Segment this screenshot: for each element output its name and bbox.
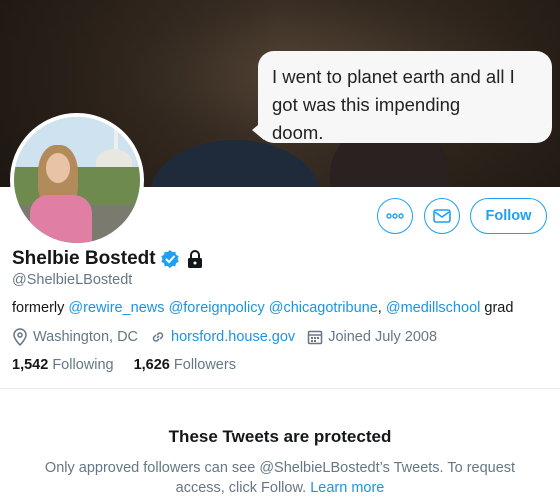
more-button[interactable] <box>377 198 413 234</box>
following-stat[interactable]: 1,542 Following <box>12 357 114 373</box>
website-link[interactable]: horsford.house.gov <box>171 329 295 345</box>
bubble-line: I went to planet earth and all I <box>272 66 515 87</box>
joined-text: Joined July 2008 <box>328 329 438 345</box>
following-count: 1,542 <box>12 357 49 373</box>
verified-badge-icon <box>160 250 179 268</box>
website-item: horsford.house.gov <box>150 329 295 345</box>
location-item: Washington, DC <box>12 328 138 346</box>
bio-mention-link[interactable]: @medillschool <box>386 300 481 316</box>
profile-handle: @ShelbieLBostedt <box>12 272 133 288</box>
bio-text: , <box>377 300 382 316</box>
bio-text: grad <box>480 300 514 316</box>
learn-more-link[interactable]: Learn more <box>310 480 384 496</box>
followers-count: 1,626 <box>133 357 170 373</box>
bio-mention-link[interactable]: @rewire_news <box>68 300 164 316</box>
profile-name: Shelbie Bostedt <box>12 248 156 269</box>
protected-title: These Tweets are protected <box>168 427 392 446</box>
calendar-icon <box>307 330 323 345</box>
bio-text: formerly <box>12 300 69 316</box>
protected-text-line: Only approved followers can see @Shelbie… <box>44 460 516 476</box>
follow-button[interactable]: Follow <box>470 198 547 234</box>
profile-meta: Washington, DC horsford.house.gov Joined… <box>12 328 449 346</box>
bio-mention-link[interactable]: @chicagotribune <box>269 300 378 316</box>
divider <box>0 388 560 389</box>
location-pin-icon <box>13 328 27 346</box>
more-icon <box>386 213 404 219</box>
mail-icon <box>433 209 451 223</box>
message-button[interactable] <box>424 198 460 234</box>
link-icon <box>152 332 164 342</box>
protected-message: Only approved followers can see @Shelbie… <box>20 458 540 498</box>
lock-icon <box>187 250 202 268</box>
profile-stats: 1,542 Following 1,626 Followers <box>12 357 256 373</box>
profile-actions: Follow <box>0 198 560 234</box>
bubble-line: got was this impending <box>272 94 461 115</box>
joined-item: Joined July 2008 <box>307 329 437 345</box>
followers-label: Followers <box>173 357 236 373</box>
followers-stat[interactable]: 1,626 Followers <box>134 357 236 373</box>
bubble-line: doom. <box>272 122 324 143</box>
speech-bubble: I went to planet earth and all I got was… <box>258 51 552 143</box>
protected-text-line2: access, click Follow. <box>175 480 311 496</box>
bio-mention-link[interactable]: @foreignpolicy <box>169 300 265 316</box>
profile-bio: formerly @rewire_news @foreignpolicy @ch… <box>12 300 513 316</box>
protected-text-line: access, click Follow. Learn more <box>20 478 540 498</box>
profile-name-row: Shelbie Bostedt <box>12 248 204 270</box>
location-text: Washington, DC <box>33 329 139 345</box>
following-label: Following <box>52 357 114 373</box>
